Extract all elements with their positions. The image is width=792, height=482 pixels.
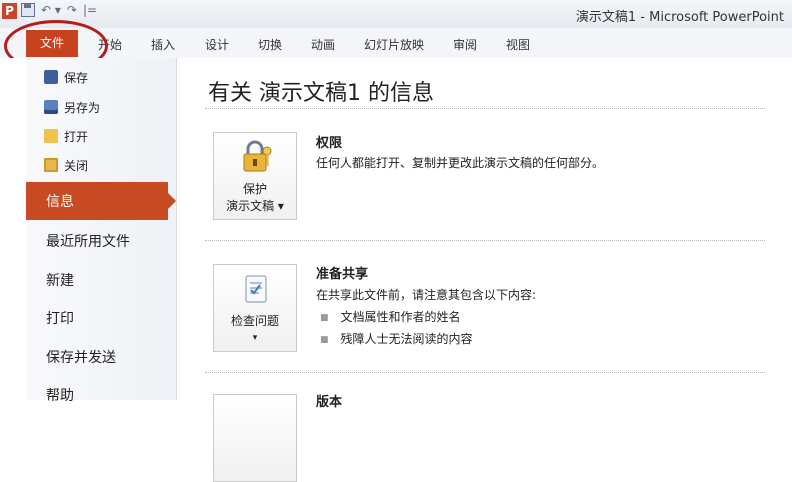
tab-slideshow[interactable]: 幻灯片放映 [364,36,424,53]
versions-heading: 版本 [316,395,343,410]
window-title: 演示文稿1 - Microsoft PowerPoint [575,10,784,25]
nav-recent[interactable]: 最近所用文件 [46,231,130,251]
quick-access-toolbar: ↶ ▾ ↷ |= [21,3,97,17]
nav-save-as-label: 另存为 [64,100,101,115]
save-icon[interactable] [21,3,35,17]
list-item: 文档属性和作者的姓名 [320,308,461,325]
divider [205,372,765,373]
nav-save-send[interactable]: 保存并发送 [46,347,116,367]
nav-save-label: 保存 [64,70,89,85]
left-margin [0,58,26,400]
tab-transitions[interactable]: 切换 [258,36,282,53]
chevron-down-icon: ▾ [252,333,258,343]
save-icon [44,70,58,84]
permissions-heading: 权限 [316,136,343,151]
protect-presentation-button[interactable]: 保护 演示文稿 ▾ [213,132,297,220]
protect-label-2: 演示文稿 ▾ [226,199,284,213]
prepare-heading: 准备共享 [316,267,369,282]
tab-insert[interactable]: 插入 [151,36,175,53]
info-pane: 有关 演示文稿1 的信息 保护 演示文稿 ▾ 权限 任何人都能打开、复制并更改此… [177,58,792,482]
page-title: 有关 演示文稿1 的信息 [208,81,434,106]
folder-close-icon [44,158,58,172]
tab-view[interactable]: 视图 [506,36,530,53]
nav-info-label: 信息 [46,194,74,210]
nav-help[interactable]: 帮助 [46,385,74,405]
tab-review[interactable]: 审阅 [453,36,477,53]
powerpoint-icon[interactable]: P [2,3,17,19]
check-issues-button[interactable]: 检查问题 ▾ [213,264,297,352]
nav-save-as[interactable]: 另存为 [44,96,100,118]
nav-open[interactable]: 打开 [44,125,88,147]
nav-new[interactable]: 新建 [46,270,74,290]
lock-key-icon [243,140,272,172]
nav-print[interactable]: 打印 [46,308,74,328]
permissions-description: 任何人都能打开、复制并更改此演示文稿的任何部分。 [316,156,605,170]
manage-versions-button[interactable] [213,394,297,482]
check-issues-label: 检查问题 [230,314,279,328]
tab-home[interactable]: 开始 [98,36,122,53]
nav-info[interactable]: 信息 [26,182,176,220]
save-as-icon [44,100,58,114]
divider [205,108,765,109]
protect-label-1: 保护 [242,182,267,196]
redo-icon[interactable]: ↷ [67,3,77,17]
prepare-description: 在共享此文件前，请注意其包含以下内容: [316,288,537,302]
nav-save[interactable]: 保存 [44,66,88,88]
tab-design[interactable]: 设计 [205,36,229,53]
tab-animations[interactable]: 动画 [311,36,335,53]
divider [205,240,765,241]
tab-file[interactable]: 文件 [26,30,78,57]
inspect-document-icon [245,275,267,303]
backstage-nav: 保存 另存为 打开 关闭 信息 最近所用文件 新建 打印 保存并发送 帮助 [26,58,177,404]
customize-qat-icon[interactable]: |= [83,3,97,17]
folder-open-icon [44,129,58,143]
undo-icon[interactable]: ↶ ▾ [41,3,61,17]
nav-close-label: 关闭 [64,158,89,173]
nav-close[interactable]: 关闭 [44,154,88,176]
title-bar: P ↶ ▾ ↷ |= 演示文稿1 - Microsoft PowerPoint [0,0,792,28]
ribbon-tabs: 开始 插入 设计 切换 动画 幻灯片放映 审阅 视图 [0,28,792,59]
list-item: 残障人士无法阅读的内容 [320,330,473,347]
nav-open-label: 打开 [64,129,89,144]
